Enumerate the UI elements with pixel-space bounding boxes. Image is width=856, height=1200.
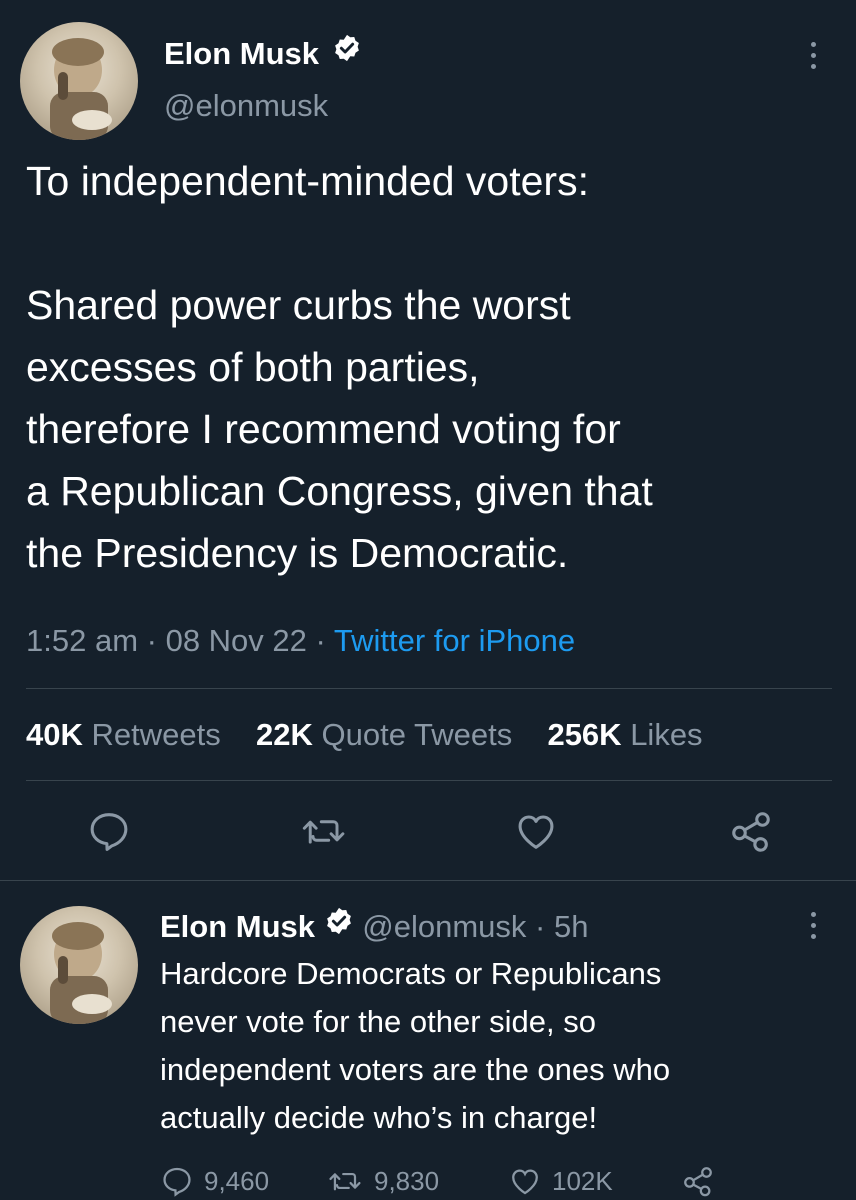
tweet-line: the Presidency is Democratic. [26, 530, 569, 576]
tweet-line: a Republican Congress, given that [26, 468, 653, 514]
author-avatar[interactable] [20, 22, 138, 140]
author-name[interactable]: Elon Musk [164, 34, 362, 74]
quote-tweets-stat[interactable]: 22K Quote Tweets [256, 717, 512, 752]
reply-icon [160, 1164, 194, 1198]
divider [26, 688, 832, 689]
reply-line: Hardcore Democrats or Republicans [160, 956, 662, 991]
tweet-source-link[interactable]: Twitter for iPhone [334, 623, 575, 658]
retweets-stat[interactable]: 40K Retweets [26, 717, 221, 752]
meta-separator: · [138, 623, 166, 658]
avatar-photo [50, 922, 112, 1024]
retweet-icon[interactable] [301, 808, 349, 854]
meta-separator: · [526, 909, 554, 944]
tweet-line: therefore I recommend voting for [26, 406, 621, 452]
reply-action-like[interactable]: 102K [508, 1164, 613, 1198]
reply-line: never vote for the other side, so [160, 1004, 596, 1039]
reply-author-avatar[interactable] [20, 906, 138, 1024]
more-options-icon[interactable] [809, 912, 817, 939]
verified-badge-icon [324, 905, 354, 947]
likes-stat[interactable]: 256K Likes [547, 717, 702, 752]
author-handle[interactable]: @elonmusk [164, 86, 328, 126]
quote-tweets-count: 22K [255, 717, 313, 752]
reply-action-retweet[interactable]: 9,830 [328, 1164, 439, 1198]
likes-count: 256K [547, 717, 622, 752]
more-options-icon[interactable] [809, 42, 817, 69]
share-icon[interactable] [680, 1164, 716, 1198]
tweet-meta: 1:52 am · 08 Nov 22 · Twitter for iPhone [26, 620, 575, 662]
verified-badge-icon [332, 33, 362, 73]
tweet-text: To independent-minded voters: Shared pow… [26, 150, 836, 584]
quote-tweets-label: Quote Tweets [321, 717, 513, 752]
reply-text: Hardcore Democrats or Republicans never … [160, 950, 840, 1142]
reply-action-reply[interactable]: 9,460 [160, 1164, 269, 1198]
reply-line: independent voters are the ones who [160, 1052, 671, 1087]
engagement-stats: 40K Retweets 22K Quote Tweets 256K Likes [26, 714, 703, 756]
retweet-count: 9,830 [374, 1165, 440, 1196]
reply-age[interactable]: 5h [554, 909, 588, 944]
reply-header: Elon Musk @elonmusk · 5h [160, 906, 588, 948]
divider [26, 780, 832, 781]
reply-count: 9,460 [204, 1165, 270, 1196]
heart-icon[interactable] [513, 808, 559, 854]
retweets-count: 40K [26, 717, 83, 752]
reply-author-name[interactable]: Elon Musk [160, 909, 315, 944]
likes-label: Likes [630, 717, 703, 752]
share-icon[interactable] [727, 808, 775, 854]
tweet-time[interactable]: 1:52 am [26, 623, 138, 658]
reply-line: actually decide who’s in charge! [160, 1100, 598, 1135]
like-count: 102K [552, 1165, 613, 1196]
reply-icon[interactable] [86, 808, 132, 854]
meta-separator: · [306, 623, 334, 658]
heart-icon [508, 1164, 542, 1198]
avatar-photo [50, 38, 112, 140]
divider [0, 880, 856, 881]
tweet-line: excesses of both parties, [26, 344, 480, 390]
tweet-date[interactable]: 08 Nov 22 [166, 623, 307, 658]
author-name-text[interactable]: Elon Musk [164, 36, 319, 71]
tweet-line: To independent-minded voters: [26, 158, 589, 204]
retweet-icon [328, 1164, 364, 1198]
tweet-line: Shared power curbs the worst [26, 282, 571, 328]
reply-author-handle[interactable]: @elonmusk [362, 909, 526, 944]
retweets-label: Retweets [91, 717, 221, 752]
